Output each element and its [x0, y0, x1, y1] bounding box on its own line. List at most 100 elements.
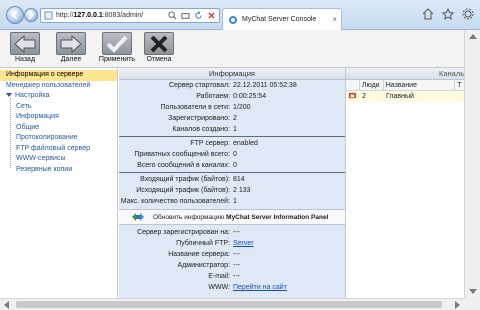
sidebar-item-settings-label: Настройка — [15, 92, 50, 99]
update-info-button[interactable]: Обновить информацию MyChat Server Inform… — [119, 209, 345, 225]
divider — [119, 172, 345, 173]
channels-header: Каналы — [346, 68, 466, 80]
update-info-text: Обновить информацию MyChat Server Inform… — [153, 214, 328, 221]
expand-caret-icon — [6, 93, 12, 98]
channel-name: Главный — [386, 93, 414, 100]
checkmark-icon — [102, 32, 132, 55]
info-row-private-messages: Приватных сообщений всего: 0 — [119, 149, 345, 160]
info-row-channel-messages: Всего сообщений в каналах: 0 — [119, 160, 345, 171]
info-key: Пользователи в сети: — [160, 104, 230, 111]
update-arrows-icon — [132, 213, 144, 221]
address-host: 127.0.0.1 — [73, 12, 103, 19]
back-label: Назад — [14, 56, 36, 63]
info-row-registered: Зарегистрировано: 2 — [119, 113, 345, 124]
vertical-scrollbar[interactable] — [464, 30, 480, 298]
tab-close-icon[interactable]: × — [332, 15, 337, 24]
sidebar-item-general[interactable]: Общие — [0, 123, 117, 134]
info-value: --- — [233, 251, 240, 258]
channel-row[interactable]: 2 Главный — [346, 91, 464, 102]
horizontal-scrollbar[interactable] — [0, 298, 464, 310]
info-key: Входящий трафик (байтов): — [140, 176, 230, 183]
scroll-thumb[interactable] — [16, 301, 442, 308]
mychat-tab-icon — [229, 15, 237, 24]
forward-label: Далее — [60, 56, 82, 63]
info-row-server-started: Сервер стартовал: 22.12.2011 05:52:38 — [119, 80, 345, 91]
favorites-star-icon[interactable] — [441, 7, 455, 21]
channel-people-count: 2 — [362, 93, 366, 100]
info-key: Публичный FTP: — [176, 240, 230, 247]
scroll-up-icon[interactable] — [469, 34, 477, 39]
sidebar-item-server-info[interactable]: Информация о сервере — [0, 70, 117, 81]
info-row-administrator: Администратор: --- — [119, 260, 345, 271]
sidebar-item-user-manager[interactable]: Менеджер пользователей — [0, 81, 117, 92]
sidebar-item-www-services[interactable]: WWW-сервисы — [0, 154, 117, 165]
info-value: 1/200 — [233, 104, 251, 111]
info-key: WWW: — [208, 284, 230, 291]
column-people[interactable]: Люди — [360, 80, 384, 90]
info-panel: Информация Сервер стартовал: 22.12.2011 0… — [119, 68, 345, 298]
sidebar-item-information[interactable]: Информация — [0, 112, 117, 123]
info-row-public-ftp: Публичный FTP: Server — [119, 238, 345, 249]
address-bar[interactable]: http://127.0.0.1:8083/admin/ — [40, 8, 220, 23]
info-key: Приватных сообщений всего: — [134, 151, 230, 158]
tab-title: MyChat Server Console — [242, 16, 317, 23]
sidebar: Информация о сервере Менеджер пользовате… — [0, 68, 118, 298]
close-page-icon[interactable] — [207, 11, 216, 20]
home-icon[interactable] — [422, 8, 434, 20]
forward-button[interactable]: Далее — [52, 32, 90, 66]
info-row-server-name: Название сервера: --- — [119, 249, 345, 260]
cancel-button[interactable]: Отмена — [140, 32, 178, 66]
scroll-left-icon[interactable] — [4, 301, 9, 309]
scroll-down-icon[interactable] — [469, 289, 477, 294]
tree-connector-line — [10, 98, 11, 168]
sidebar-item-ftp-server[interactable]: FTP файловый сервер — [0, 144, 117, 155]
info-value: --- — [233, 229, 240, 236]
info-key: Всего сообщений в каналах: — [137, 162, 230, 169]
info-row-ftp-server: FTP сервер: enabled — [119, 138, 345, 149]
browser-tab[interactable]: MyChat Server Console × — [222, 8, 342, 30]
cancel-x-icon — [144, 32, 174, 55]
sidebar-item-settings[interactable]: Настройка — [0, 91, 117, 102]
update-info-panel-name: MyChat Server Information Panel — [226, 213, 329, 221]
app-toolbar: Назад Далее Применить Отмена — [0, 30, 464, 68]
address-text: http://127.0.0.1:8083/admin/ — [56, 12, 143, 19]
back-button[interactable]: Назад — [6, 32, 44, 66]
back-arrow-icon — [11, 10, 18, 20]
info-value: --- — [233, 273, 240, 280]
info-value: 1 — [233, 126, 237, 133]
info-key: Макс. количество пользователей: — [120, 198, 230, 205]
browser-forward-button[interactable] — [24, 8, 38, 22]
website-link[interactable]: Перейти на сайт — [233, 282, 345, 293]
info-key: Работаем: — [196, 93, 230, 100]
forward-arrow-icon — [28, 10, 35, 20]
info-key: Сервер стартовал: — [168, 82, 230, 89]
channels-columns: Люди Название Т — [346, 80, 464, 91]
info-key: FTP сервер: — [190, 140, 230, 147]
address-path: :8083/admin/ — [102, 12, 144, 19]
info-row-uptime: Работаем: 0:00:25:54 — [119, 91, 345, 102]
info-value: 2 — [233, 115, 237, 122]
sidebar-item-network[interactable]: Сеть — [0, 102, 117, 113]
info-value: --- — [233, 262, 240, 269]
info-key: Исходящий трафик (байтов): — [136, 187, 230, 194]
scroll-right-icon[interactable] — [455, 301, 460, 309]
compatibility-icon[interactable] — [181, 11, 190, 20]
column-topic[interactable]: Т — [455, 80, 464, 90]
info-key: Каналов создано: — [172, 126, 230, 133]
search-icon[interactable] — [168, 11, 177, 20]
info-key: E-mail: — [208, 273, 230, 280]
column-icon — [346, 80, 360, 90]
info-value: 814 — [233, 176, 245, 183]
browser-back-button[interactable] — [6, 6, 24, 24]
apply-button[interactable]: Применить — [96, 32, 138, 66]
tools-gear-icon[interactable] — [462, 8, 474, 20]
public-ftp-link[interactable]: Server — [233, 238, 345, 249]
info-key: Сервер зарегистрирован на: — [137, 229, 230, 236]
sidebar-item-logging[interactable]: Протоколирование — [0, 133, 117, 144]
info-row-channels-created: Каналов создано: 1 — [119, 124, 345, 135]
sidebar-item-backups[interactable]: Резервные копии — [0, 165, 117, 176]
info-key: Название сервера: — [168, 251, 230, 258]
info-row-www: WWW: Перейти на сайт — [119, 282, 345, 293]
column-name[interactable]: Название — [384, 80, 456, 90]
refresh-icon[interactable] — [194, 11, 203, 20]
